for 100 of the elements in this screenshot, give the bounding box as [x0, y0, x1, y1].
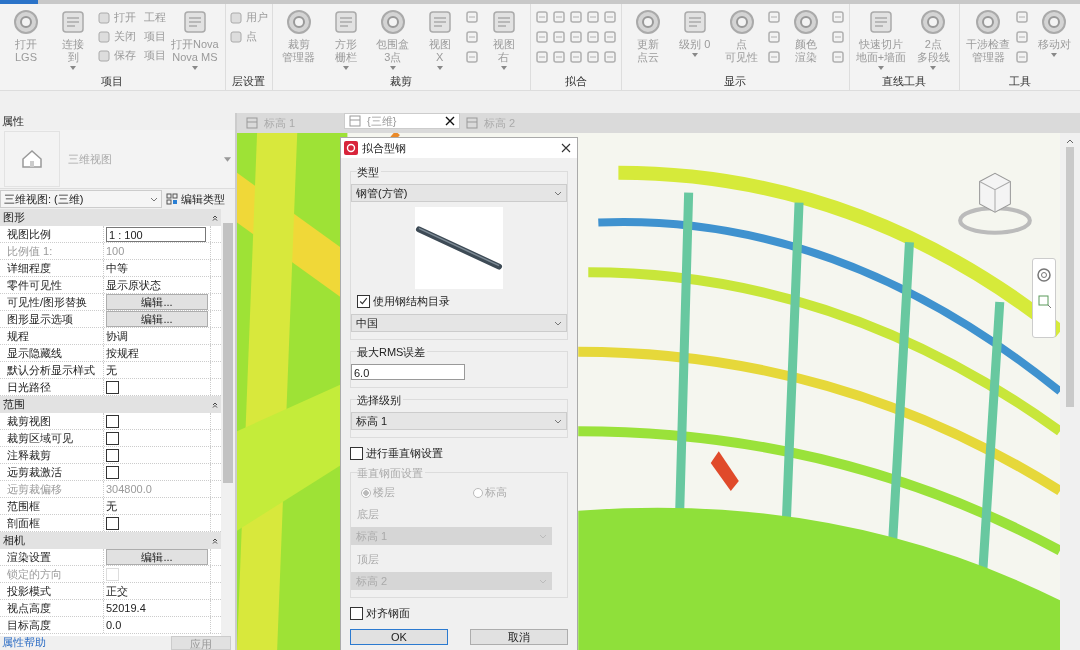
ribbon-button[interactable]: 打开 工程 [98, 10, 167, 25]
zoom-icon[interactable] [1036, 293, 1052, 309]
tool-icon[interactable] [534, 30, 549, 44]
checkbox[interactable] [357, 295, 370, 308]
checkbox[interactable] [106, 431, 119, 445]
collapse-icon[interactable] [212, 214, 218, 221]
property-label: 显示隐藏线 [0, 345, 104, 361]
property-label: 锁定的方向 [0, 566, 104, 582]
ribbon-button[interactable]: 连接 到 [51, 8, 95, 70]
tool-icon[interactable] [585, 50, 600, 64]
tool-icon[interactable] [585, 30, 600, 44]
tool-icon[interactable] [464, 50, 479, 64]
tool-icon[interactable] [830, 50, 845, 64]
tool-icon[interactable] [1015, 10, 1030, 24]
tool-icon[interactable] [551, 10, 566, 24]
ribbon-button[interactable]: 关闭 项目 [98, 29, 167, 44]
ribbon-button[interactable]: 颜色 渲染 [783, 8, 828, 64]
checkbox[interactable] [106, 380, 119, 394]
tool-icon[interactable] [551, 30, 566, 44]
ribbon-button[interactable]: 打开 LGS [4, 8, 48, 64]
close-icon[interactable] [561, 143, 571, 153]
type-dropdown[interactable]: 钢管(方管) [351, 184, 567, 202]
catalog-dropdown[interactable]: 中国 [351, 314, 567, 332]
field-label: 顶层 [357, 552, 380, 567]
cancel-button[interactable]: 取消 [470, 629, 568, 645]
checkbox[interactable] [106, 516, 119, 530]
ribbon-button[interactable]: 更新 点云 [625, 8, 670, 64]
tool-icon[interactable] [1015, 50, 1030, 64]
tool-icon[interactable] [464, 30, 479, 44]
tool-icon[interactable] [830, 30, 845, 44]
view-icon [246, 117, 258, 129]
property-label: 默认分析显示样式 [0, 362, 104, 378]
property-label: 裁剪视图 [0, 413, 104, 429]
ribbon-button[interactable]: 2点 多段线 [911, 8, 956, 70]
tool-icon[interactable] [766, 50, 781, 64]
edit-type-button[interactable]: 编辑类型 [166, 191, 225, 207]
ribbon-button[interactable]: 用户 [229, 10, 268, 25]
property-value: 0.0 [106, 619, 122, 631]
scale-field[interactable]: 1 : 100 [106, 226, 206, 242]
tool-icon[interactable] [766, 30, 781, 44]
edit-button[interactable]: 编辑... [106, 549, 208, 565]
group-label: 裁剪 [390, 74, 413, 88]
tool-icon[interactable] [766, 10, 781, 24]
ribbon-button[interactable]: 视图 X [417, 8, 462, 70]
ribbon-button[interactable]: 方形 栅栏 [323, 8, 368, 70]
tool-icon[interactable] [568, 30, 583, 44]
tool-icon[interactable] [534, 50, 549, 64]
tool-icon[interactable] [602, 10, 617, 24]
ribbon-button[interactable]: 包围盒 3点 [370, 8, 415, 70]
ribbon-button[interactable]: 快速切片 地面+墙面 [853, 8, 909, 70]
ribbon-button[interactable]: 视图 右 [481, 8, 526, 70]
wheel-icon[interactable] [1036, 267, 1052, 283]
section-header[interactable]: 相机 [0, 532, 221, 549]
tool-icon[interactable] [534, 10, 549, 24]
property-value: 显示原状态 [106, 277, 161, 293]
checkbox-label: 对齐钢面 [366, 606, 410, 621]
ribbon-button[interactable]: 裁剪 管理器 [276, 8, 321, 64]
instance-dropdown[interactable]: 三维视图: (三维) [0, 190, 162, 208]
radio-label: 楼层 [373, 485, 395, 500]
tool-icon[interactable] [568, 10, 583, 24]
ribbon-button[interactable]: 点 可见性 [719, 8, 764, 64]
tool-icon[interactable] [585, 10, 600, 24]
ring-icon [791, 8, 820, 36]
checkbox[interactable] [350, 447, 363, 460]
ribbon-button[interactable]: 级别 0 [672, 8, 717, 57]
edit-button[interactable]: 编辑... [106, 311, 208, 327]
tool-icon[interactable] [602, 50, 617, 64]
checkbox[interactable] [106, 465, 119, 479]
tool-icon[interactable] [568, 50, 583, 64]
checkbox[interactable] [106, 414, 119, 428]
ring-icon [919, 8, 948, 36]
tool-icon[interactable] [551, 50, 566, 64]
scroll-thumb[interactable] [223, 223, 233, 483]
level-dropdown[interactable]: 标高 1 [351, 412, 567, 430]
ribbon-button[interactable]: 干涉检查 管理器 [964, 8, 1013, 64]
tool-icon[interactable] [464, 10, 479, 24]
ribbon-button[interactable]: 点 [229, 29, 268, 44]
checkbox[interactable] [350, 607, 363, 620]
ok-button[interactable]: OK [350, 629, 448, 645]
scroll-thumb[interactable] [1066, 147, 1074, 407]
tool-icon[interactable] [830, 10, 845, 24]
apply-button[interactable]: 应用 [171, 636, 231, 650]
ribbon-button[interactable]: 移动对 [1032, 8, 1077, 57]
property-label: 图形显示选项 [0, 311, 104, 327]
property-label: 目标高度 [0, 617, 104, 633]
collapse-icon[interactable] [212, 537, 218, 544]
section-header[interactable]: 图形 [0, 209, 221, 226]
scrollbar[interactable] [221, 209, 235, 636]
tool-icon[interactable] [1015, 30, 1030, 44]
collapse-icon[interactable] [212, 401, 218, 408]
help-link[interactable]: 属性帮助 [0, 636, 46, 648]
edit-button[interactable]: 编辑... [106, 294, 208, 310]
property-label: 远剪裁偏移 [0, 481, 104, 497]
close-icon[interactable] [445, 116, 455, 126]
ribbon-button[interactable]: 保存 项目 [98, 48, 167, 63]
ribbon-button[interactable]: 打开Nova Nova MS [169, 8, 221, 70]
rms-field[interactable]: 6.0 [351, 364, 465, 380]
checkbox[interactable] [106, 448, 119, 462]
tool-icon[interactable] [602, 30, 617, 44]
section-header[interactable]: 范围 [0, 396, 221, 413]
